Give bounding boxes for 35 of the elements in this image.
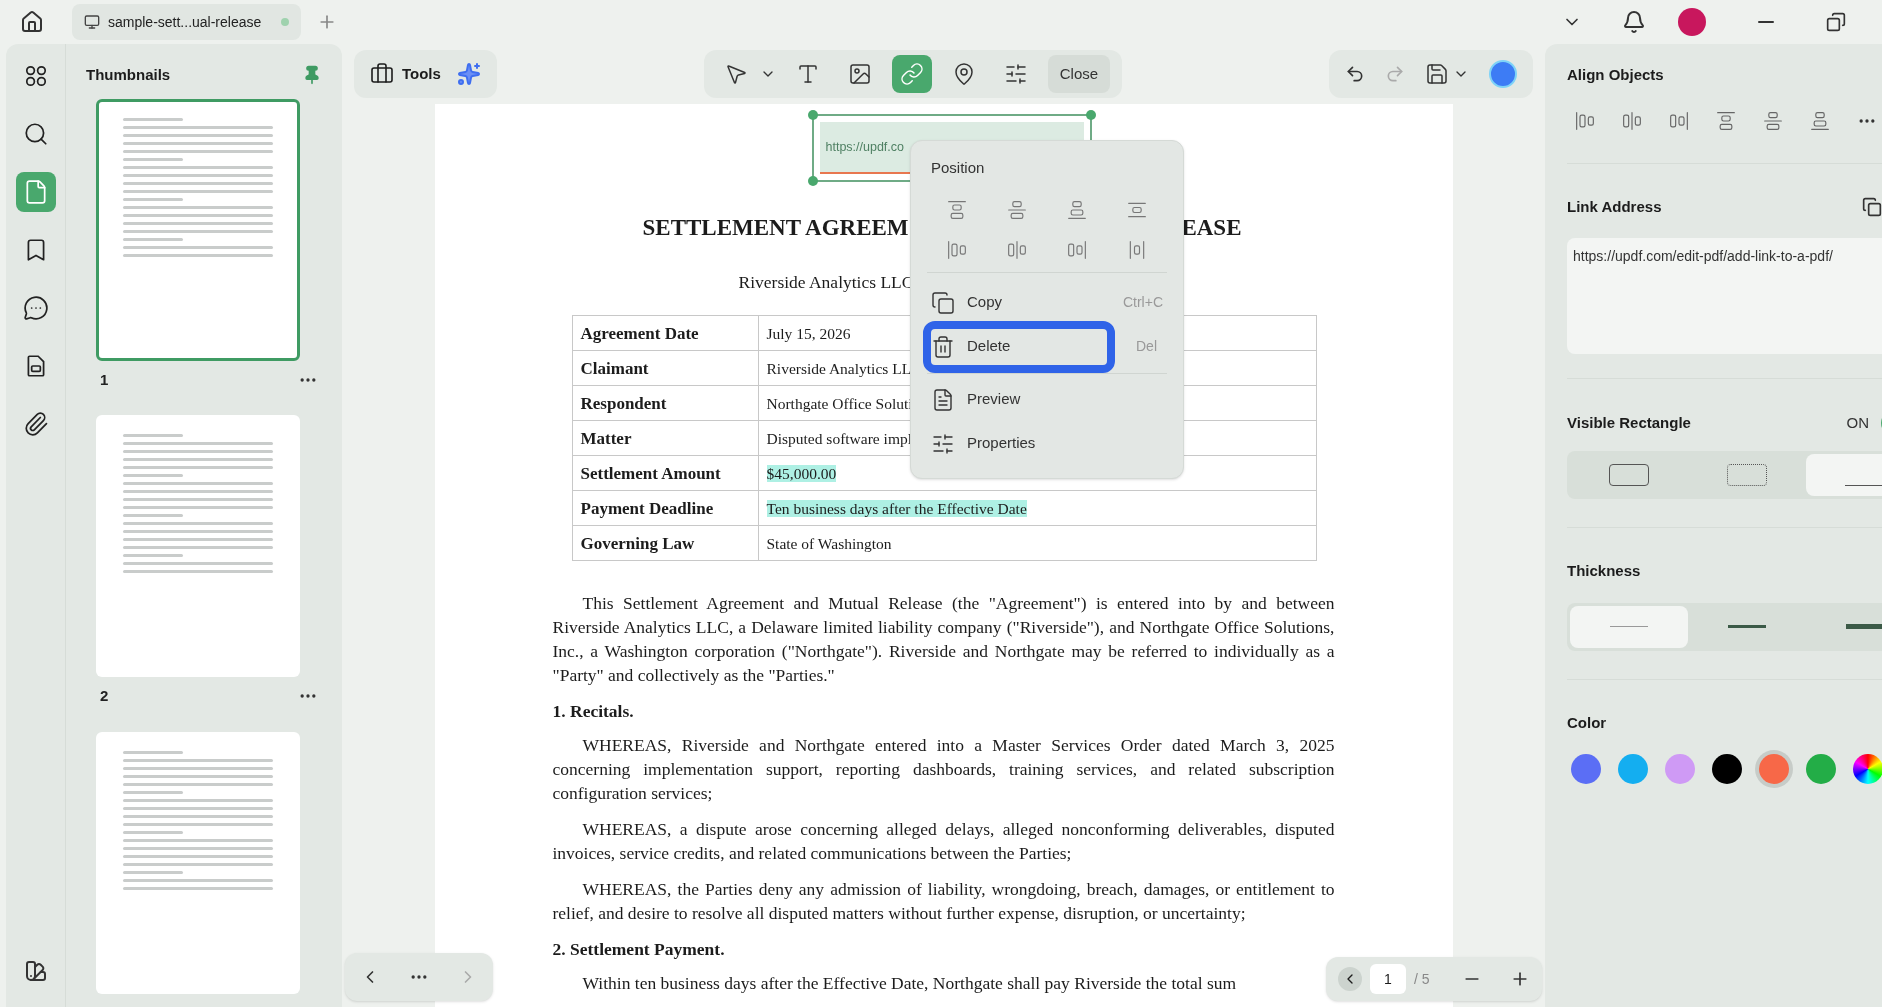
page-total: / 5 [1414, 969, 1430, 989]
shortcut-label: Ctrl+C [1122, 293, 1163, 312]
page-number: 2 [100, 686, 109, 706]
table-cell: Governing Law [572, 525, 758, 561]
panel-heading: Thickness [1567, 561, 1642, 581]
table-cell: $45,000.00 [766, 464, 837, 482]
paragraph: Within ten business days after the Effective Date, Northgate shall pay Riverside the total sum [581, 972, 1238, 996]
table-cell: Agreement Date [572, 315, 758, 351]
table-cell: State of Washington [766, 534, 892, 552]
paragraph: WHEREAS, Riverside and Northgate entered into a Master Services Order dated March 3, 2025 concerning implementation support, reporting dashboards, training services, and related subscription configuration services; [552, 734, 1335, 806]
panel-heading: Color [1567, 712, 1608, 733]
link-text: https://updf.co [825, 138, 905, 156]
menu-heading: Position [930, 158, 986, 178]
table-cell: Payment Deadline [572, 490, 758, 526]
toggle-label: ON [1846, 412, 1869, 433]
panel-heading: Align Objects [1567, 65, 1665, 85]
section-heading: 1. Recitals. [552, 700, 635, 724]
section-heading: 2. Settlement Payment. [552, 938, 726, 962]
paragraph: WHEREAS, the Parties deny any admission of liability, wrongdoing, breach, damages, or entitlement to relief, and desire to resolve all disputed matters without further expense, disruption, or uncertainty; [552, 878, 1335, 926]
panel-heading: Link Address [1567, 196, 1662, 217]
table-cell: Matter [572, 420, 758, 456]
paragraph: This Settlement Agreement and Mutual Release (the "Agreement") is entered into by and between Riverside Analytics LLC, a Delaware limited liability company ("Riverside"), and Northgate Office Solutions, Inc., a Washington corporation ("Northgate"). Riverside and Northgate may be referred to individually as a "Party" and collectively as the "Parties." [552, 592, 1335, 688]
sidebar-title: Thumbnails [86, 65, 171, 85]
table-cell: Ten business days after the Effective Date [766, 499, 1027, 517]
document-title: EASE [1181, 216, 1242, 239]
table-cell: Respondent [572, 385, 758, 421]
document-title: SETTLEMENT AGREEM [642, 216, 909, 239]
panel-heading: Visible Rectangle [1567, 412, 1691, 433]
table-cell: Claimant [572, 350, 758, 386]
table-cell: Settlement Amount [572, 455, 758, 491]
table-cell: Riverside Analytics LL [766, 359, 912, 377]
paragraph: WHEREAS, a dispute arose concerning alleged delays, alleged nonconforming deliverables, disputed invoices, service credits, and related communications between the Parties; [552, 818, 1335, 866]
table-cell: July 15, 2026 [766, 324, 851, 342]
page-number: 1 [100, 369, 109, 390]
shortcut-label: Del [1136, 337, 1157, 356]
